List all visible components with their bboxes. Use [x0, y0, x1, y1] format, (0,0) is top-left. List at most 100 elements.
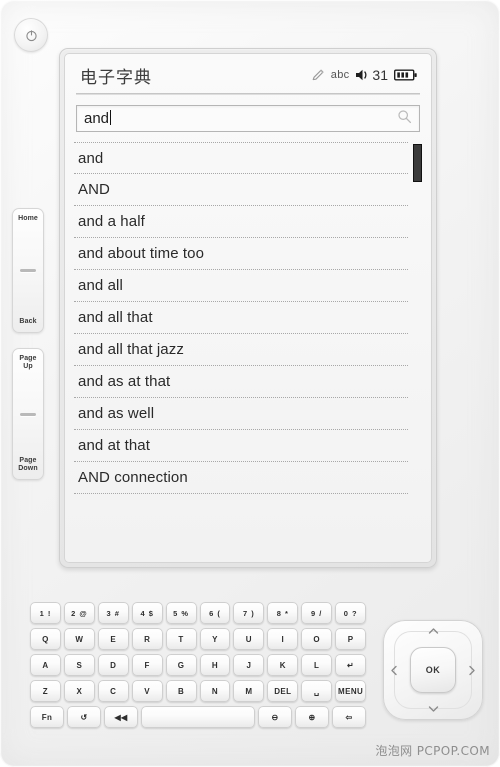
- key-q[interactable]: Q: [30, 628, 61, 650]
- key-d[interactable]: D: [97, 654, 129, 676]
- rocker-notch: [20, 412, 36, 416]
- key-3[interactable]: 3 #: [97, 602, 129, 624]
- scrollbar-thumb[interactable]: [413, 144, 422, 182]
- list-item-label: and as at that: [78, 373, 171, 390]
- status-bar: 电子字典 abc 31: [74, 53, 422, 93]
- status-icons: abc 31: [311, 67, 418, 83]
- key-e[interactable]: E: [97, 628, 129, 650]
- title-divider: [76, 93, 420, 95]
- key-9[interactable]: 9 /: [301, 602, 333, 624]
- key-v[interactable]: V: [131, 680, 163, 702]
- list-item-label: and as well: [78, 405, 155, 422]
- keyboard-row-numbers: 1 ! 2 @ 3 # 4 $ 5 % 6 ( 7 ) 8 * 9 / 0 ?: [30, 602, 367, 624]
- button-page-up-label[interactable]: Page Up: [19, 355, 36, 371]
- key-refresh[interactable]: ↺: [67, 706, 102, 728]
- volume-indicator: 31: [355, 67, 388, 83]
- key-rewind[interactable]: ◀◀: [104, 706, 139, 728]
- key-x[interactable]: X: [63, 680, 95, 702]
- screen-bezel: 电子字典 abc 31 and and AND and a half and a…: [59, 48, 437, 568]
- key-5[interactable]: 5 %: [165, 602, 197, 624]
- key-n[interactable]: N: [199, 680, 231, 702]
- key-4[interactable]: 4 $: [131, 602, 163, 624]
- list-item[interactable]: and about time too: [74, 238, 408, 270]
- keyboard: 1 ! 2 @ 3 # 4 $ 5 % 6 ( 7 ) 8 * 9 / 0 ? …: [30, 602, 367, 728]
- chevron-left-icon[interactable]: [388, 664, 400, 676]
- key-o[interactable]: O: [301, 628, 333, 650]
- key-space-small[interactable]: ␣: [301, 680, 333, 702]
- list-item-label: and all: [78, 277, 123, 294]
- key-f[interactable]: F: [131, 654, 163, 676]
- list-item[interactable]: AND connection: [74, 462, 408, 494]
- search-results-list: and AND and a half and about time too an…: [74, 142, 422, 494]
- search-input[interactable]: and: [76, 105, 420, 132]
- key-back[interactable]: ⇦: [332, 706, 367, 728]
- list-item-label: AND: [78, 181, 110, 198]
- list-item[interactable]: and: [74, 142, 408, 174]
- key-p[interactable]: P: [335, 628, 367, 650]
- key-i[interactable]: I: [267, 628, 299, 650]
- chevron-up-icon[interactable]: [427, 625, 439, 637]
- list-item-label: and: [78, 149, 104, 167]
- list-item[interactable]: and all that jazz: [74, 334, 408, 366]
- key-delete[interactable]: DEL: [267, 680, 299, 702]
- watermark: 泡泡网 PCPOP.COM: [375, 744, 490, 758]
- button-page-down-label[interactable]: Page Down: [18, 457, 37, 473]
- list-item-label: and at that: [78, 437, 150, 454]
- key-b[interactable]: B: [165, 680, 197, 702]
- key-j[interactable]: J: [233, 654, 265, 676]
- keyboard-row-zxcv: Z X C V B N M DEL ␣ MENU: [30, 680, 367, 702]
- key-h[interactable]: H: [199, 654, 231, 676]
- key-6[interactable]: 6 (: [199, 602, 231, 624]
- keyboard-row-qwerty: Q W E R T Y U I O P: [30, 628, 367, 650]
- list-item[interactable]: and all that: [74, 302, 408, 334]
- button-back-label[interactable]: Back: [19, 318, 36, 326]
- key-8[interactable]: 8 *: [267, 602, 299, 624]
- chevron-down-icon[interactable]: [427, 703, 439, 715]
- list-item[interactable]: and a half: [74, 206, 408, 238]
- key-7[interactable]: 7 ): [233, 602, 265, 624]
- rocker-page-updown[interactable]: Page Up Page Down: [12, 348, 44, 480]
- key-w[interactable]: W: [63, 628, 95, 650]
- key-u[interactable]: U: [233, 628, 265, 650]
- key-zoom-out[interactable]: ⊖: [257, 706, 292, 728]
- key-spacebar[interactable]: [141, 706, 255, 728]
- key-menu[interactable]: MENU: [335, 680, 367, 702]
- rocker-home-back[interactable]: Home Back: [12, 208, 44, 333]
- key-0[interactable]: 0 ?: [335, 602, 367, 624]
- key-l[interactable]: L: [301, 654, 333, 676]
- ereader-device: Home Back Page Up Page Down 电子字典 abc 31 …: [0, 0, 500, 767]
- key-c[interactable]: C: [97, 680, 129, 702]
- list-item-label: and a half: [78, 213, 145, 230]
- key-z[interactable]: Z: [30, 680, 61, 702]
- list-item[interactable]: and as well: [74, 398, 408, 430]
- list-item-label: and about time too: [78, 245, 205, 262]
- key-zoom-in[interactable]: ⊕: [295, 706, 330, 728]
- key-a[interactable]: A: [30, 654, 61, 676]
- key-g[interactable]: G: [165, 654, 197, 676]
- key-t[interactable]: T: [165, 628, 197, 650]
- search-icon[interactable]: [397, 109, 412, 129]
- list-item[interactable]: and all: [74, 270, 408, 302]
- pencil-icon: [311, 68, 325, 82]
- key-enter[interactable]: ↵: [335, 654, 367, 676]
- key-2[interactable]: 2 @: [63, 602, 95, 624]
- list-item[interactable]: and at that: [74, 430, 408, 462]
- page-title: 电子字典: [80, 67, 152, 88]
- key-s[interactable]: S: [63, 654, 95, 676]
- list-item[interactable]: and as at that: [74, 366, 408, 398]
- list-item-label: AND connection: [78, 469, 188, 486]
- list-item-label: and all that jazz: [78, 341, 184, 358]
- key-fn[interactable]: Fn: [30, 706, 65, 728]
- scrollbar[interactable]: [413, 142, 422, 494]
- chevron-right-icon[interactable]: [466, 664, 478, 676]
- key-k[interactable]: K: [267, 654, 299, 676]
- volume-value: 31: [372, 67, 388, 83]
- ok-button[interactable]: OK: [410, 647, 456, 693]
- key-r[interactable]: R: [131, 628, 163, 650]
- list-item[interactable]: AND: [74, 174, 408, 206]
- key-y[interactable]: Y: [199, 628, 231, 650]
- key-m[interactable]: M: [233, 680, 265, 702]
- key-1[interactable]: 1 !: [30, 602, 61, 624]
- power-button[interactable]: [14, 18, 48, 52]
- button-home-label[interactable]: Home: [18, 215, 38, 223]
